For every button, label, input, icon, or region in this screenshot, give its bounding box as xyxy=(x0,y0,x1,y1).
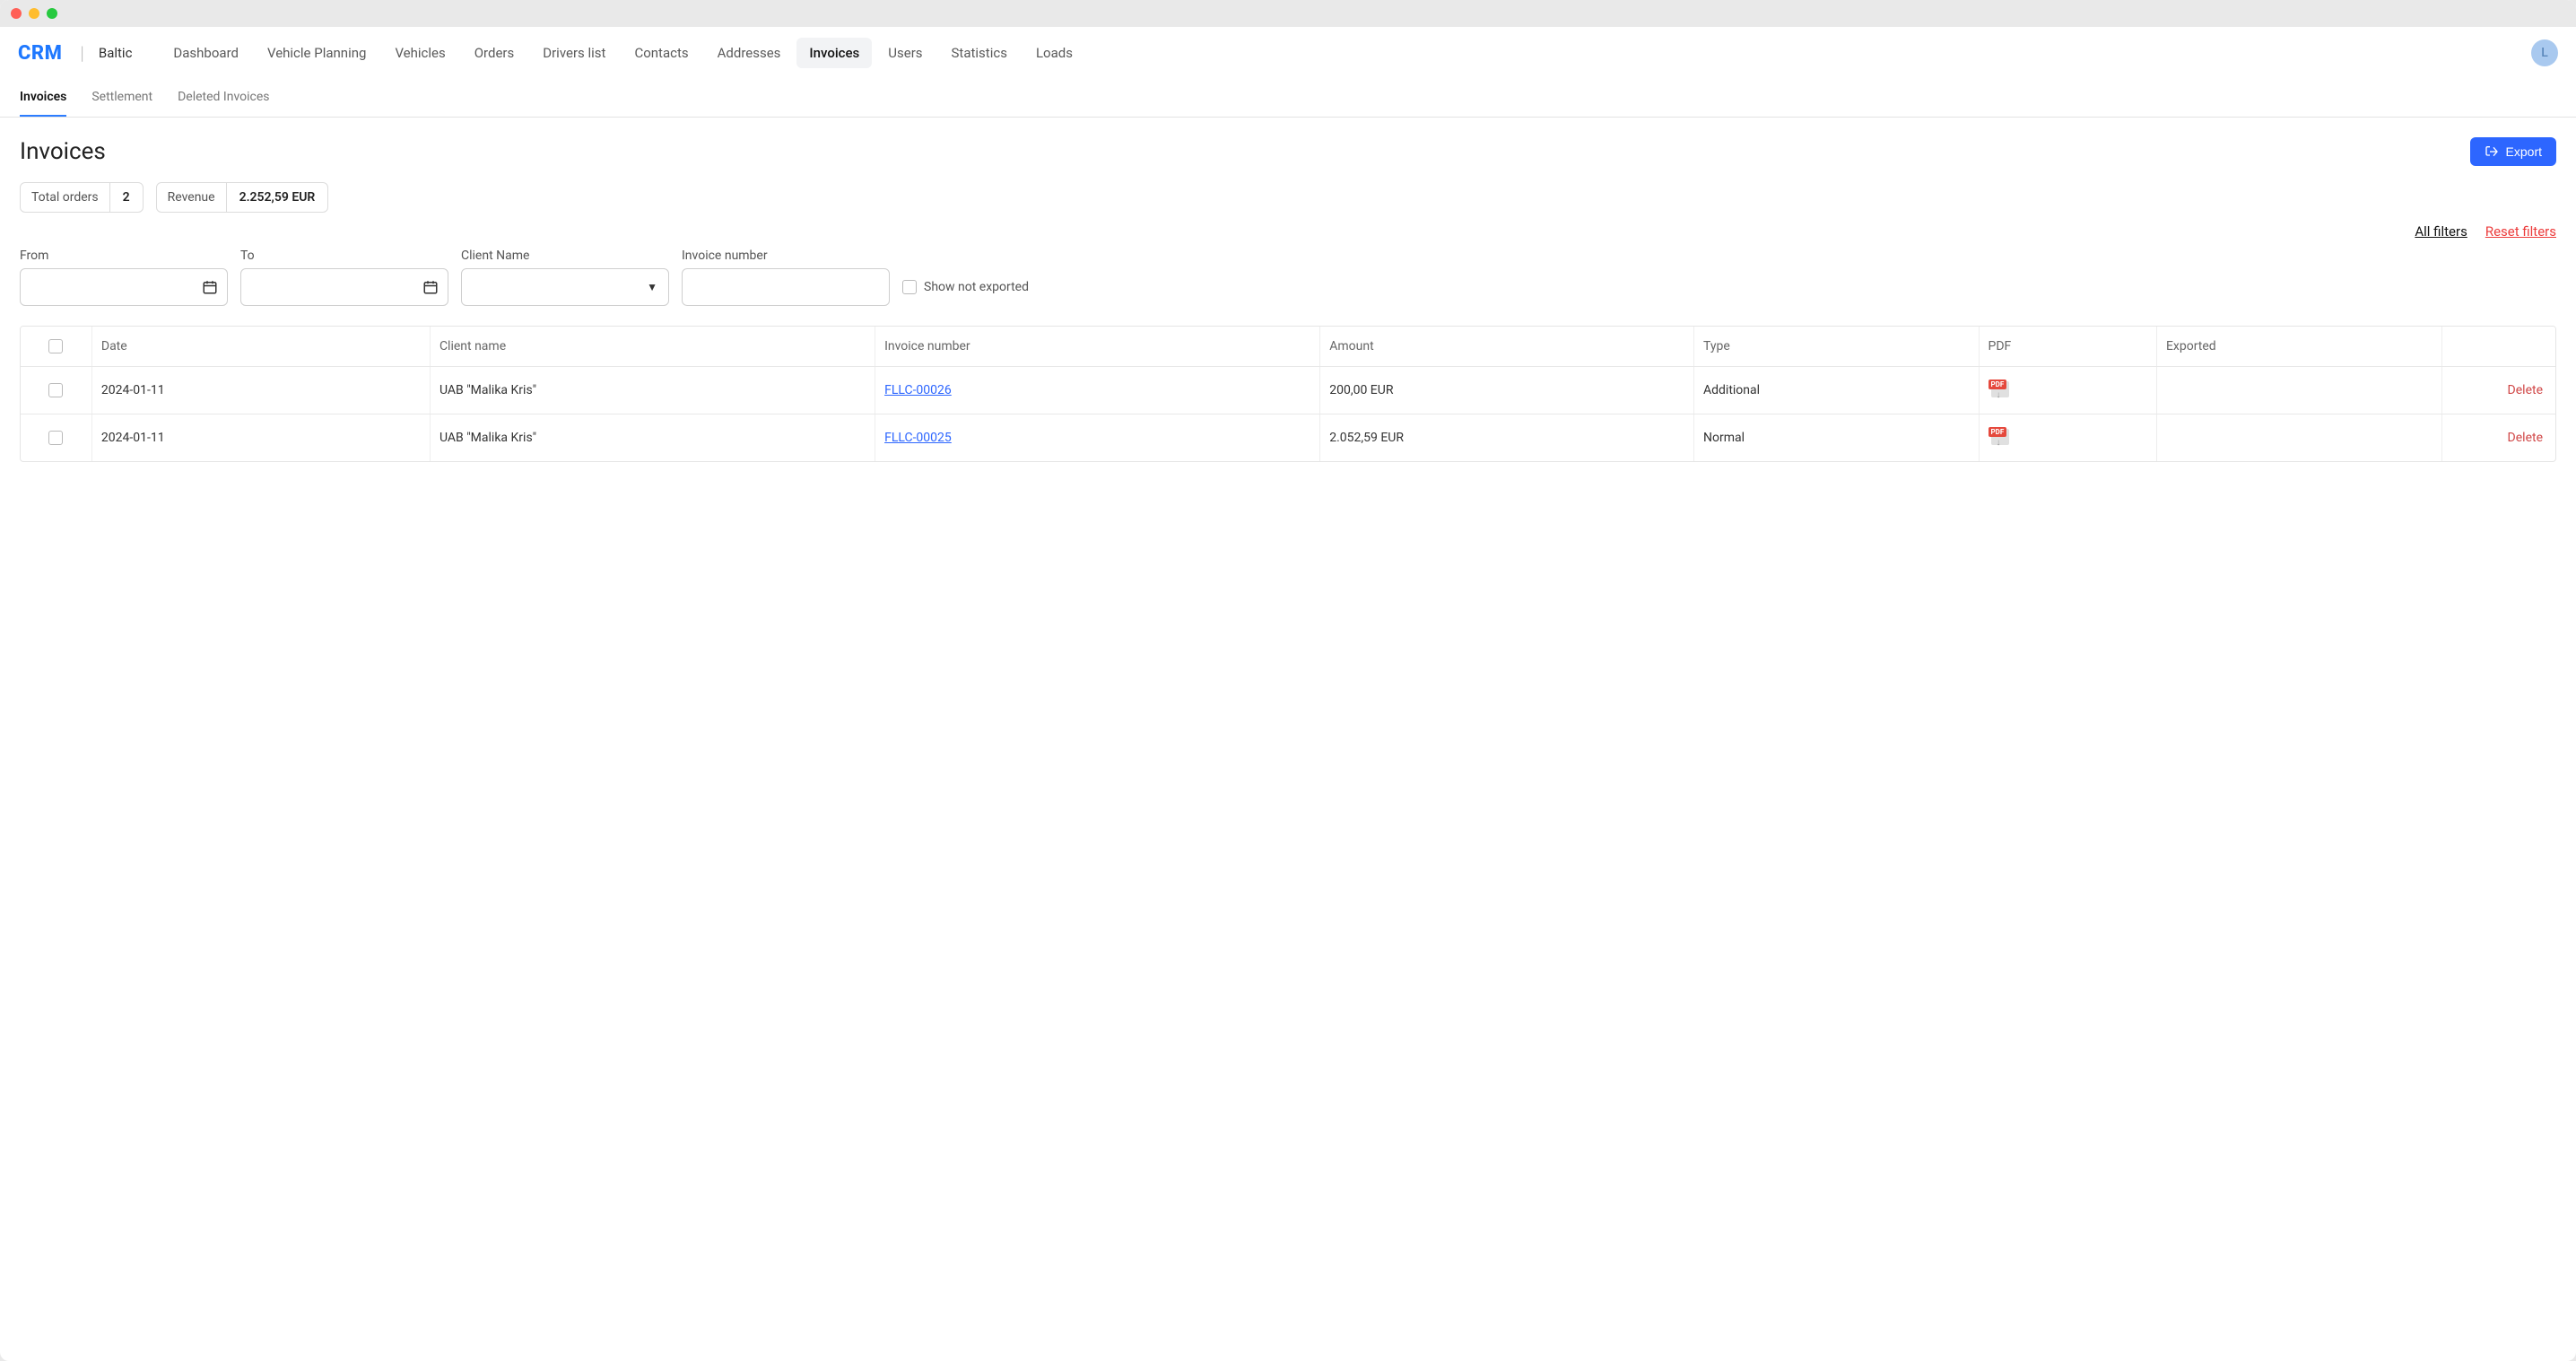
all-filters-link[interactable]: All filters xyxy=(2415,223,2467,240)
tab-invoices[interactable]: Invoices xyxy=(20,77,66,117)
filter-client-select[interactable]: ▼ xyxy=(461,268,669,306)
invoice-link[interactable]: FLLC-00025 xyxy=(884,431,952,445)
chevron-down-icon: ▼ xyxy=(647,281,657,293)
col-header-checkbox xyxy=(21,327,91,367)
filter-invoice-number: Invoice number xyxy=(682,249,890,306)
nav-users[interactable]: Users xyxy=(875,38,935,68)
col-header-amount: Amount xyxy=(1320,327,1694,367)
nav-dashboard[interactable]: Dashboard xyxy=(161,38,251,68)
filter-client: Client Name ▼ xyxy=(461,249,669,306)
tab-settlement[interactable]: Settlement xyxy=(91,77,152,117)
table-row: 2024-01-11 UAB "Malika Kris" FLLC-00026 … xyxy=(21,367,2555,414)
col-header-date: Date xyxy=(91,327,430,367)
brand-divider: | xyxy=(80,42,83,64)
window-titlebar xyxy=(0,0,2576,27)
filter-to-input[interactable] xyxy=(252,269,437,305)
cell-amount: 2.052,59 EUR xyxy=(1320,414,1694,462)
top-nav: CRM | Baltic Dashboard Vehicle Planning … xyxy=(0,27,2576,77)
page-header: Invoices Export xyxy=(20,137,2556,166)
filter-links-row: All filters Reset filters xyxy=(20,223,2556,240)
stats-row: Total orders 2 Revenue 2.252,59 EUR xyxy=(20,182,2556,213)
cell-pdf: PDF ↓ xyxy=(1979,414,2156,462)
invoices-table: Date Client name Invoice number Amount T… xyxy=(20,326,2556,462)
app-window: CRM | Baltic Dashboard Vehicle Planning … xyxy=(0,0,2576,1361)
col-header-exported: Exported xyxy=(2156,327,2441,367)
col-header-client: Client name xyxy=(430,327,875,367)
reset-filters-link[interactable]: Reset filters xyxy=(2485,223,2556,240)
show-not-exported-label: Show not exported xyxy=(924,280,1029,294)
pdf-download-icon[interactable]: PDF ↓ xyxy=(1989,427,2012,445)
cell-exported xyxy=(2156,414,2441,462)
nav-contacts[interactable]: Contacts xyxy=(622,38,701,68)
tab-deleted-invoices[interactable]: Deleted Invoices xyxy=(178,77,269,117)
filter-client-label: Client Name xyxy=(461,249,669,263)
filter-from-label: From xyxy=(20,249,228,263)
stat-revenue: Revenue 2.252,59 EUR xyxy=(156,182,329,213)
nav-orders[interactable]: Orders xyxy=(462,38,527,68)
content-area: Invoices Export Total orders 2 Revenue 2… xyxy=(0,118,2576,1361)
filter-to: To xyxy=(240,249,448,306)
table-header-row: Date Client name Invoice number Amount T… xyxy=(21,327,2555,367)
filter-from: From xyxy=(20,249,228,306)
brand-sub: Baltic xyxy=(99,45,133,61)
page-title: Invoices xyxy=(20,138,106,165)
col-header-pdf: PDF xyxy=(1979,327,2156,367)
export-label: Export xyxy=(2506,144,2542,159)
window-maximize-icon[interactable] xyxy=(47,8,57,19)
col-header-invoice: Invoice number xyxy=(875,327,1320,367)
row-checkbox[interactable] xyxy=(48,431,63,445)
cell-client: UAB "Malika Kris" xyxy=(430,367,875,414)
nav-drivers-list[interactable]: Drivers list xyxy=(530,38,618,68)
sub-tabs: Invoices Settlement Deleted Invoices xyxy=(0,77,2576,118)
filter-client-dropdown[interactable] xyxy=(473,269,647,305)
nav-loads[interactable]: Loads xyxy=(1023,38,1085,68)
stat-total-orders: Total orders 2 xyxy=(20,182,144,213)
stat-orders-label: Total orders xyxy=(21,183,110,212)
cell-client: UAB "Malika Kris" xyxy=(430,414,875,462)
invoice-link[interactable]: FLLC-00026 xyxy=(884,383,952,397)
col-header-actions xyxy=(2441,327,2555,367)
cell-type: Normal xyxy=(1693,414,1979,462)
show-not-exported-checkbox[interactable] xyxy=(902,280,917,294)
stat-revenue-label: Revenue xyxy=(157,183,227,212)
window-minimize-icon[interactable] xyxy=(29,8,39,19)
calendar-icon xyxy=(202,279,218,295)
delete-button[interactable]: Delete xyxy=(2508,431,2543,445)
nav-invoices[interactable]: Invoices xyxy=(796,38,872,68)
col-header-type: Type xyxy=(1693,327,1979,367)
export-button[interactable]: Export xyxy=(2470,137,2556,166)
table-row: 2024-01-11 UAB "Malika Kris" FLLC-00025 … xyxy=(21,414,2555,462)
filter-invnum-input[interactable] xyxy=(693,269,878,305)
avatar[interactable]: L xyxy=(2531,39,2558,66)
filter-invnum-label: Invoice number xyxy=(682,249,890,263)
nav-vehicle-planning[interactable]: Vehicle Planning xyxy=(255,38,379,68)
row-checkbox[interactable] xyxy=(48,383,63,397)
nav-vehicles[interactable]: Vehicles xyxy=(382,38,457,68)
filter-from-input-wrap[interactable] xyxy=(20,268,228,306)
stat-orders-value: 2 xyxy=(110,183,143,212)
select-all-checkbox[interactable] xyxy=(48,339,63,353)
filters-row: From To xyxy=(20,249,2556,306)
nav-addresses[interactable]: Addresses xyxy=(705,38,794,68)
window-close-icon[interactable] xyxy=(11,8,22,19)
cell-type: Additional xyxy=(1693,367,1979,414)
filter-show-not-exported[interactable]: Show not exported xyxy=(902,268,1029,306)
calendar-icon xyxy=(422,279,439,295)
cell-pdf: PDF ↓ xyxy=(1979,367,2156,414)
filter-from-input[interactable] xyxy=(31,269,216,305)
export-icon xyxy=(2485,144,2499,159)
cell-exported xyxy=(2156,367,2441,414)
cell-date: 2024-01-11 xyxy=(91,367,430,414)
pdf-download-icon[interactable]: PDF ↓ xyxy=(1989,380,2012,397)
brand-logo: CRM xyxy=(18,42,62,65)
filter-to-label: To xyxy=(240,249,448,263)
filter-to-input-wrap[interactable] xyxy=(240,268,448,306)
cell-date: 2024-01-11 xyxy=(91,414,430,462)
filter-invnum-input-wrap[interactable] xyxy=(682,268,890,306)
stat-revenue-value: 2.252,59 EUR xyxy=(227,183,328,212)
delete-button[interactable]: Delete xyxy=(2508,383,2543,397)
cell-amount: 200,00 EUR xyxy=(1320,367,1694,414)
nav-items: Dashboard Vehicle Planning Vehicles Orde… xyxy=(161,38,2522,68)
nav-statistics[interactable]: Statistics xyxy=(939,38,1020,68)
